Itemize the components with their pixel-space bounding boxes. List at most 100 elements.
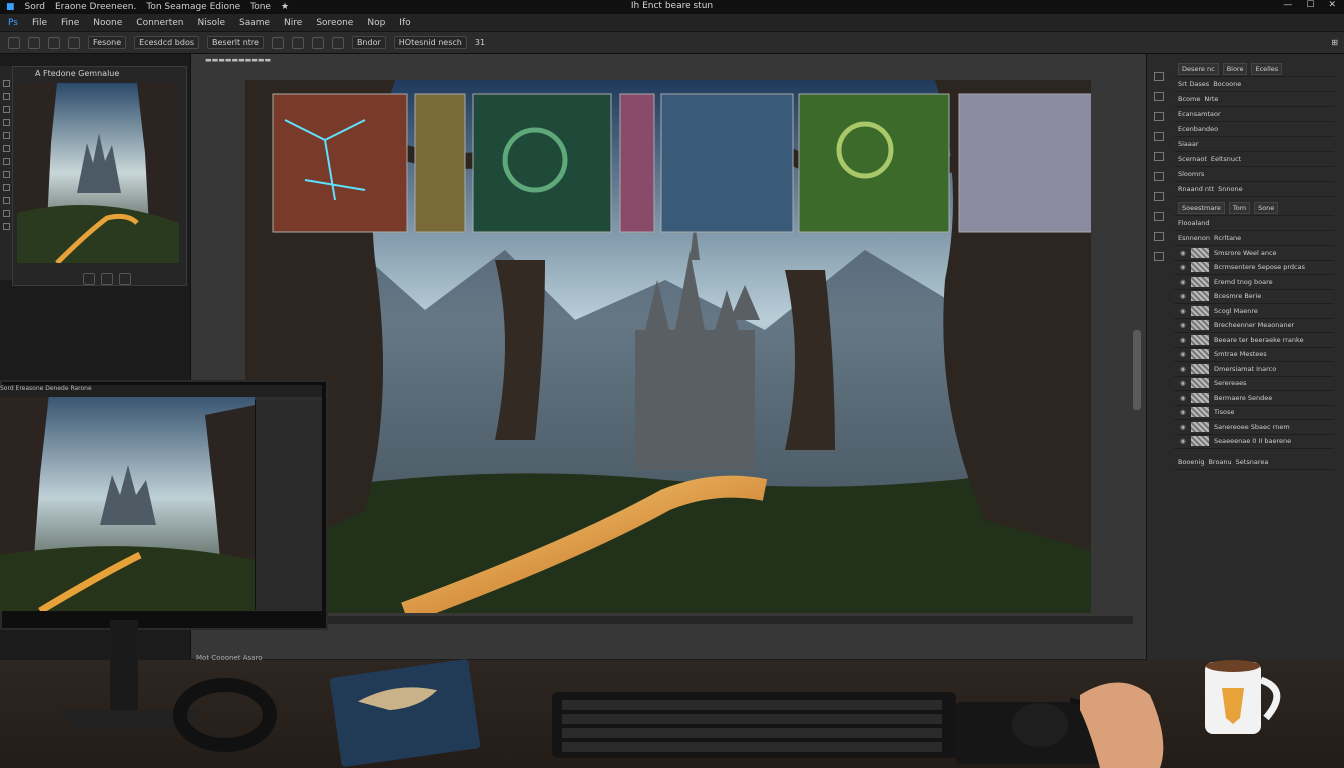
vertical-scrollbar[interactable]	[1133, 330, 1141, 410]
tab[interactable]: Desere nc	[1178, 63, 1219, 75]
brush-settings-icon[interactable]	[1154, 112, 1164, 121]
panel-row: Srt Dases Bocoone	[1174, 77, 1334, 92]
layer-row[interactable]: ◉ Dmersiamat Inarco	[1174, 362, 1334, 377]
panel-label: Bcome	[1178, 95, 1201, 103]
layer-row[interactable]: ◉ Smtrae Mestees	[1174, 348, 1334, 362]
layer-row[interactable]: ◉ Bcrmsentere Sepose prdcas	[1174, 261, 1334, 275]
channels-icon[interactable]	[1154, 212, 1164, 221]
brush-select[interactable]: Bndor	[351, 36, 386, 49]
tab[interactable]: Biore	[1222, 63, 1248, 75]
option-field[interactable]: Ecesdcd bdos	[134, 36, 199, 49]
eye-icon[interactable]: ◉	[1180, 249, 1186, 257]
eraser-tool-icon[interactable]	[2, 197, 10, 204]
pen-icon[interactable]	[68, 36, 80, 49]
airbrush-icon[interactable]	[271, 36, 284, 49]
layer-row[interactable]: ◉ Eremd tnog boare	[1174, 275, 1334, 290]
eye-icon[interactable]: ◉	[1180, 423, 1186, 431]
brush-tool-icon[interactable]	[2, 171, 10, 178]
layers-tab[interactable]: Soeestmare	[1178, 202, 1225, 214]
layer-row[interactable]: ◉ Scogl Maenre	[1174, 304, 1334, 319]
layer-name: Bcesmre Berie	[1214, 292, 1262, 301]
swatches-icon[interactable]	[1154, 132, 1164, 141]
lasso-tool-icon[interactable]	[2, 106, 10, 113]
heal-tool-icon[interactable]	[2, 158, 10, 165]
layer-row[interactable]: ◉ Brecheenner Meaonaner	[1174, 319, 1334, 333]
tab[interactable]: Ecelles	[1251, 63, 1283, 75]
pressure-icon[interactable]	[331, 36, 344, 49]
layer-row[interactable]: ◉ Serereaes	[1174, 377, 1334, 391]
zoom-out-icon[interactable]	[83, 273, 95, 285]
layer-row[interactable]: ◉ Seaeeenae 0 II baerene	[1174, 435, 1334, 449]
close-icon[interactable]: ✕	[1328, 0, 1336, 10]
eye-icon[interactable]: ◉	[1180, 350, 1186, 358]
gradient-tool-icon[interactable]	[2, 210, 10, 217]
menu-item[interactable]: Connerten	[136, 18, 183, 28]
layers-list: ◉ Smsrore Weel ance ◉ Bcrmsentere Sepose p…	[1174, 246, 1334, 449]
brush-icon[interactable]	[28, 36, 40, 49]
layer-row[interactable]: ◉ Smsrore Weel ance	[1174, 246, 1334, 261]
eye-icon[interactable]: ◉	[1180, 408, 1186, 416]
eye-icon[interactable]: ◉	[1180, 307, 1186, 315]
document-tab[interactable]: ▬▬▬▬▬▬▬▬▬▬	[205, 56, 271, 64]
angle-icon[interactable]	[311, 36, 324, 49]
menu-item[interactable]: File	[32, 18, 47, 28]
actions-icon[interactable]	[1154, 232, 1164, 241]
menu-item[interactable]: Saame	[239, 18, 270, 28]
eyedropper-tool-icon[interactable]	[2, 145, 10, 152]
fit-icon[interactable]	[101, 273, 113, 285]
menu-item[interactable]: Fine	[61, 18, 79, 28]
adjust-icon[interactable]	[1154, 92, 1164, 101]
layer-row[interactable]: ◉ Beeare ter beeraeke rranke	[1174, 333, 1334, 348]
panel-label: Rnaand ntt	[1178, 185, 1215, 193]
layers-tab[interactable]: Tom	[1228, 202, 1251, 214]
layer-row[interactable]: ◉ Bcesmre Berie	[1174, 290, 1334, 304]
layers-tab[interactable]: Sone	[1254, 202, 1279, 214]
menu-item[interactable]: Noone	[93, 18, 122, 28]
layer-name: Serereaes	[1214, 379, 1247, 388]
eye-icon[interactable]: ◉	[1180, 365, 1186, 373]
menu-item[interactable]: Nisole	[198, 18, 225, 28]
size-icon[interactable]	[48, 36, 60, 49]
properties-icon[interactable]	[1154, 152, 1164, 161]
eye-icon[interactable]: ◉	[1180, 336, 1186, 344]
menu-item[interactable]: Nop	[367, 18, 385, 28]
stamp-tool-icon[interactable]	[2, 184, 10, 191]
main-canvas[interactable]	[245, 80, 1091, 613]
menu-item[interactable]: Ifo	[399, 18, 410, 28]
paths-icon[interactable]	[1154, 192, 1164, 201]
layer-name: Brecheenner Meaonaner	[1214, 321, 1295, 330]
option-field[interactable]: Fesone	[88, 36, 127, 49]
maximize-icon[interactable]: ☐	[1306, 0, 1314, 10]
navigator-thumbnail[interactable]	[17, 83, 179, 263]
layer-row[interactable]: ◉ Tisose	[1174, 406, 1334, 420]
marquee-tool-icon[interactable]	[2, 93, 10, 100]
app-icon[interactable]: Ps	[8, 18, 18, 28]
layer-row[interactable]: ◉ Sanereoee Sbaec rnem	[1174, 420, 1334, 435]
tool-preset-icon[interactable]	[8, 36, 20, 49]
eye-icon[interactable]: ◉	[1180, 278, 1186, 286]
wand-tool-icon[interactable]	[2, 119, 10, 126]
book-icon	[329, 659, 481, 767]
mode-select[interactable]: HOtesnid nesch	[393, 36, 467, 49]
layer-row[interactable]: ◉ Bermaere Sendee	[1174, 391, 1334, 406]
menu-item[interactable]: Nire	[284, 18, 302, 28]
eye-icon[interactable]: ◉	[1180, 437, 1186, 445]
eye-icon[interactable]: ◉	[1180, 292, 1186, 300]
eye-icon[interactable]: ◉	[1180, 321, 1186, 329]
crop-tool-icon[interactable]	[2, 132, 10, 139]
eye-icon[interactable]: ◉	[1180, 263, 1186, 271]
menu-item[interactable]: Soreone	[316, 18, 353, 28]
libraries-icon[interactable]	[1154, 172, 1164, 181]
info-icon[interactable]	[1154, 252, 1164, 261]
expand-icon[interactable]: ⊞	[1331, 38, 1338, 47]
eye-icon[interactable]: ◉	[1180, 394, 1186, 402]
panel-label: Siaaar	[1178, 140, 1199, 148]
zoom-in-icon[interactable]	[119, 273, 131, 285]
text-tool-icon[interactable]	[2, 223, 10, 230]
eye-icon[interactable]: ◉	[1180, 379, 1186, 387]
history-icon[interactable]	[1154, 72, 1164, 81]
move-tool-icon[interactable]	[2, 80, 10, 87]
minimize-icon[interactable]: —	[1283, 0, 1292, 10]
smoothing-icon[interactable]	[291, 36, 304, 49]
option-field[interactable]: Beserlt ntre	[207, 36, 264, 49]
